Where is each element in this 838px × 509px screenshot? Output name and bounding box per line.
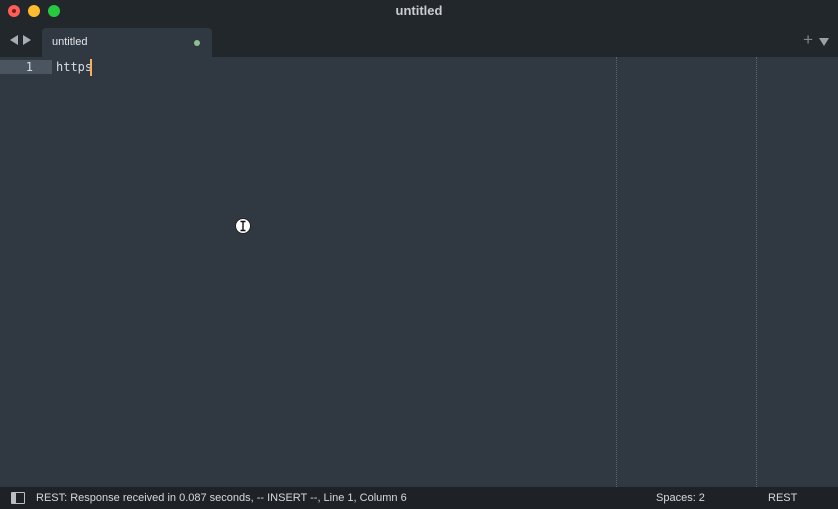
status-bar: REST: Response received in 0.087 seconds… <box>0 487 838 509</box>
status-message: REST: Response received in 0.087 seconds… <box>36 492 407 504</box>
chevron-right-icon[interactable] <box>23 35 31 45</box>
ruler-guide <box>616 57 617 487</box>
chevron-left-icon[interactable] <box>10 35 18 45</box>
sidebar-toggle-icon[interactable] <box>11 492 25 504</box>
tab-label: untitled <box>52 36 88 48</box>
editor-area[interactable]: 1 https <box>0 57 838 487</box>
editor-window: untitled untitled + 1 https REST: Respon… <box>0 0 838 509</box>
line-number: 1 <box>25 60 33 74</box>
chevron-down-icon[interactable] <box>819 38 829 46</box>
unsaved-indicator-icon[interactable] <box>194 40 200 46</box>
syntax-selector[interactable]: REST <box>768 492 797 504</box>
text-caret <box>90 59 92 76</box>
ruler-guide <box>756 57 757 487</box>
tab-bar: untitled + <box>0 22 838 57</box>
code-line[interactable]: https <box>56 60 92 74</box>
ibeam-cursor-icon <box>235 218 251 234</box>
indentation-setting[interactable]: Spaces: 2 <box>656 492 705 504</box>
title-bar: untitled <box>0 0 838 22</box>
tab-untitled[interactable]: untitled <box>42 28 212 57</box>
new-tab-button[interactable]: + <box>803 31 813 48</box>
window-title: untitled <box>395 3 443 18</box>
